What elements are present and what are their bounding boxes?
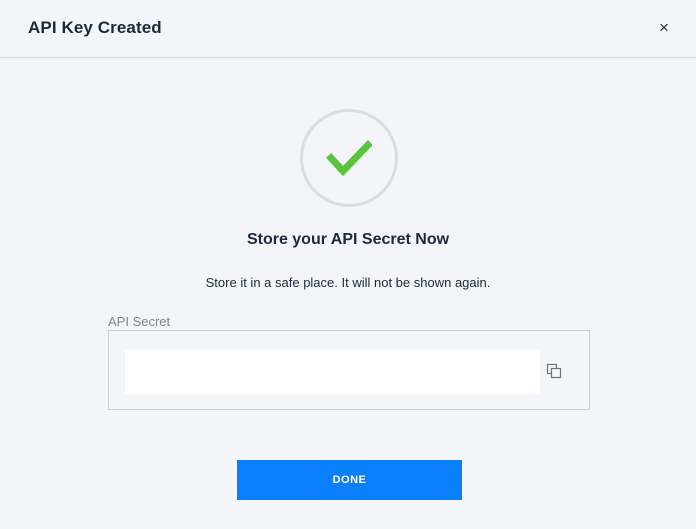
success-heading: Store your API Secret Now <box>246 231 450 248</box>
api-key-created-dialog: API Key Created × Store your API Secret … <box>0 0 696 529</box>
close-button[interactable]: × <box>656 18 672 38</box>
success-circle <box>300 109 398 207</box>
api-secret-label: API Secret <box>108 314 171 329</box>
api-secret-input[interactable] <box>125 350 540 394</box>
success-message: Store it in a safe place. It will not be… <box>205 275 491 290</box>
api-secret-box <box>108 330 590 410</box>
dialog-header: API Key Created × <box>0 0 696 58</box>
copy-icon[interactable] <box>546 363 562 379</box>
checkmark-icon <box>326 140 372 177</box>
done-button[interactable]: DONE <box>237 460 462 500</box>
dialog-title: API Key Created <box>28 18 162 37</box>
